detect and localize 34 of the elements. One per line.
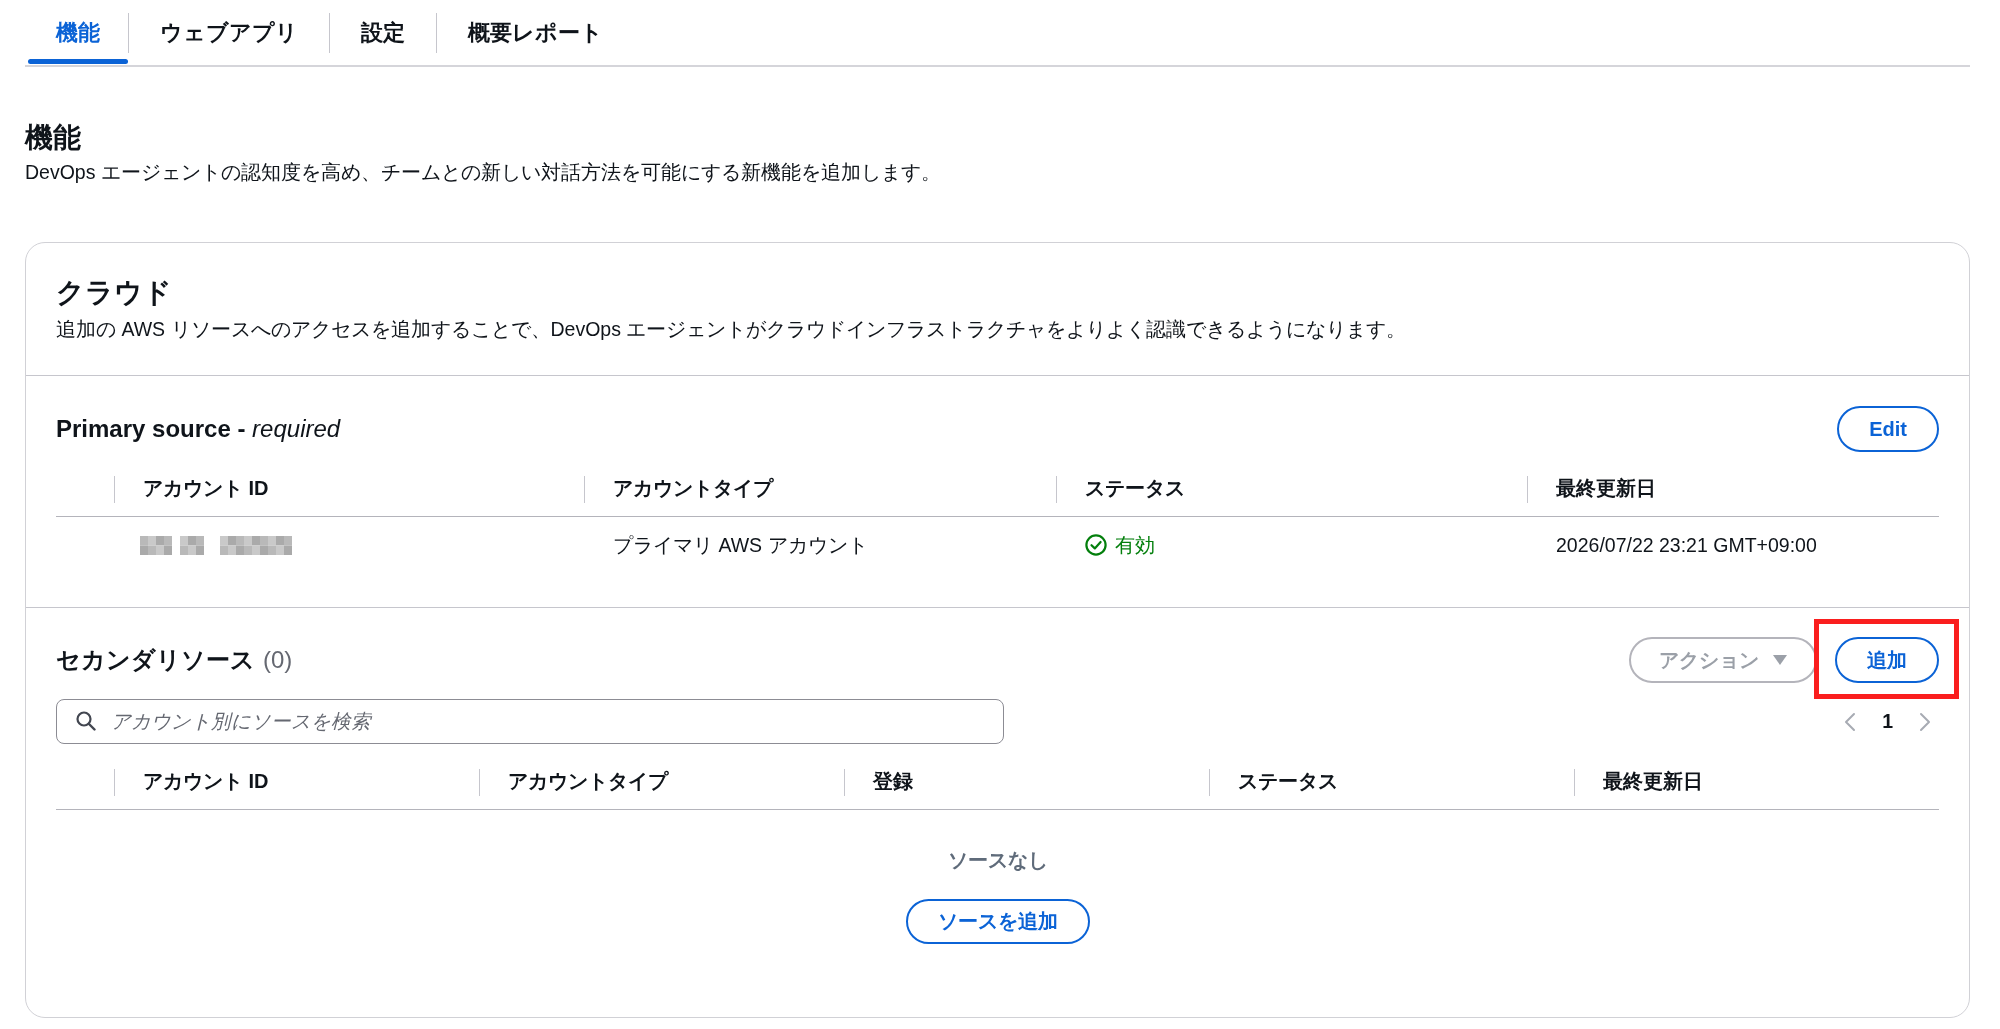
chevron-right-icon <box>1919 711 1931 732</box>
add-source-button[interactable]: ソースを追加 <box>905 899 1090 944</box>
tab[interactable]: 機能 <box>28 0 128 65</box>
column-header: ステータス <box>1238 769 1338 794</box>
page-description: DevOps エージェントの認知度を高め、チームとの新しい対話方法を可能にする新機能を追加します。 <box>25 160 941 185</box>
column-header: 最終更新日 <box>1556 476 1656 501</box>
column-header: 最終更新日 <box>1603 769 1703 794</box>
check-circle-icon <box>1085 534 1107 556</box>
add-button[interactable]: 追加 <box>1835 637 1939 683</box>
empty-message: ソースなし <box>947 848 1048 873</box>
search-field[interactable]: アカウント別にソースを検索 <box>56 699 1004 744</box>
column-header: アカウント ID <box>143 476 269 501</box>
tab[interactable]: 設定 <box>330 0 436 65</box>
column-header: アカウントタイプ <box>613 476 773 501</box>
tab[interactable]: 概要レポート <box>437 0 634 65</box>
column-header: ステータス <box>1085 476 1185 501</box>
table-cell: 2026/07/22 23:21 GMT+09:00 <box>1556 533 1817 557</box>
chevron-left-icon <box>1844 711 1857 732</box>
edit-button[interactable]: Edit <box>1837 406 1939 452</box>
tab[interactable]: ウェブアプリ <box>129 0 329 65</box>
column-header: アカウント ID <box>143 769 269 794</box>
status-text: 有効 <box>1115 532 1155 558</box>
search-icon <box>76 711 96 731</box>
page-title: 機能 <box>25 121 81 155</box>
section-title: Primary source - required <box>56 414 341 444</box>
column-header: アカウントタイプ <box>508 769 668 794</box>
panel-description: 追加の AWS リソースへのアクセスを追加することで、DevOps エージェントがクラウドインフラストラクチャをよりよく認識できるようになります。 <box>56 317 1407 342</box>
count-text: (0) <box>263 645 293 675</box>
table-cell-text: プライマリ AWS アカウント <box>613 532 868 558</box>
section-title: セカンダリソース <box>56 645 255 675</box>
caret-down-icon <box>1773 655 1787 665</box>
column-header: 登録 <box>873 769 913 794</box>
panel-title: クラウド <box>56 276 172 310</box>
page-number[interactable]: 1 <box>1874 710 1901 733</box>
